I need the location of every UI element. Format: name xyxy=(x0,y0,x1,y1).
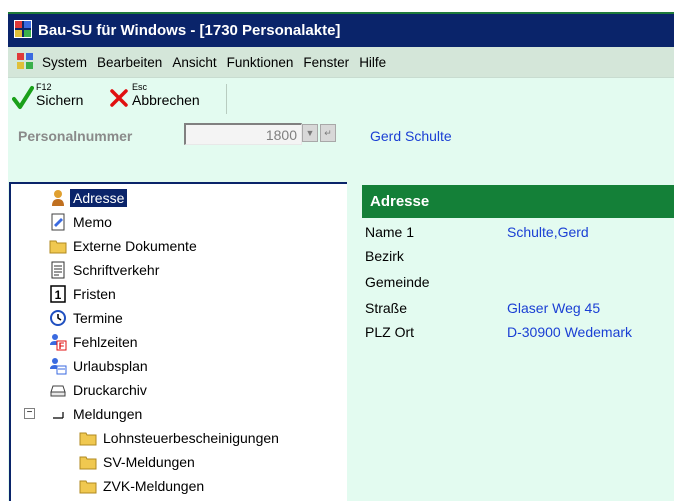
toolbar-separator xyxy=(226,84,227,114)
tree-label: Externe Dokumente xyxy=(73,238,197,254)
tree-item-druckarchiv[interactable]: Druckarchiv xyxy=(49,378,147,402)
x-icon xyxy=(108,82,130,115)
tree-item-meldungen[interactable]: Meldungen xyxy=(49,402,142,426)
personnel-row: Personalnummer 1800 ▼ ↵ Gerd Schulte xyxy=(8,118,674,154)
tree-item-urlaubsplan[interactable]: Urlaubsplan xyxy=(49,354,148,378)
personnel-number-label: Personalnummer xyxy=(18,128,133,144)
field-value: D-30900 Wedemark xyxy=(507,324,633,340)
collapse-toggle[interactable]: − xyxy=(24,408,35,419)
tree-label: Fristen xyxy=(73,286,116,302)
menu-fenster[interactable]: Fenster xyxy=(303,55,349,70)
tree-label: Urlaubsplan xyxy=(73,358,148,374)
tree-label: Memo xyxy=(73,214,112,230)
menu-funktionen[interactable]: Funktionen xyxy=(227,55,294,70)
tree-label: Adresse xyxy=(70,189,128,207)
tree-label: Lohnsteuerbescheinigungen xyxy=(103,430,279,446)
document-icon xyxy=(49,261,67,279)
tree-item-externe-dokumente[interactable]: Externe Dokumente xyxy=(49,234,197,258)
menu-bearbeiten[interactable]: Bearbeiten xyxy=(97,55,162,70)
memo-icon xyxy=(49,213,67,231)
employee-name: Gerd Schulte xyxy=(370,128,452,144)
tree-branch-icon xyxy=(49,405,67,423)
menu-bar: System Bearbeiten Ansicht Funktionen Fen… xyxy=(8,47,674,77)
tree-label: Druckarchiv xyxy=(73,382,147,398)
title-bar[interactable]: Bau-SU für Windows - [1730 Personalakte] xyxy=(8,14,674,47)
svg-text:1: 1 xyxy=(55,288,62,302)
person-icon xyxy=(49,189,67,207)
tree-item-zvk-meldungen[interactable]: ZVK-Meldungen xyxy=(79,474,204,498)
enter-button[interactable]: ↵ xyxy=(320,124,336,142)
tree-label: Schriftverkehr xyxy=(73,262,160,278)
navigation-tree: Adresse Memo Externe Dokumente Schriftve… xyxy=(9,182,347,501)
svg-text:F: F xyxy=(59,341,65,351)
menu-hilfe[interactable]: Hilfe xyxy=(359,55,386,70)
tree-item-fehlzeiten[interactable]: F Fehlzeiten xyxy=(49,330,138,354)
address-row-gemeinde: Gemeinde xyxy=(365,274,430,294)
printer-icon xyxy=(49,381,67,399)
cancel-button[interactable]: Esc Abbrechen xyxy=(108,82,200,116)
tree-item-sv-meldungen[interactable]: SV-Meldungen xyxy=(79,450,195,474)
address-panel-header: Adresse xyxy=(362,185,674,218)
folder-icon xyxy=(79,477,97,495)
toolbar: F12 Sichern Esc Abbrechen xyxy=(8,77,674,118)
tree-item-schriftverkehr[interactable]: Schriftverkehr xyxy=(49,258,159,282)
cancel-label: Abbrechen xyxy=(132,92,200,108)
menu-ansicht[interactable]: Ansicht xyxy=(172,55,216,70)
tree-item-fristen[interactable]: 1 Fristen xyxy=(49,282,116,306)
clock-icon xyxy=(49,309,67,327)
tree-item-termine[interactable]: Termine xyxy=(49,306,123,330)
folder-icon xyxy=(79,453,97,471)
dropdown-arrow-button[interactable]: ▼ xyxy=(302,124,318,142)
return-arrow-icon: ↵ xyxy=(324,127,332,138)
address-panel: Adresse Name 1 Schulte,Gerd Bezirk Gemei… xyxy=(362,185,674,501)
field-label: Straße xyxy=(365,300,408,316)
menu-system[interactable]: System xyxy=(42,55,87,70)
address-row-strasse: Straße Glaser Weg 45 xyxy=(365,300,600,320)
save-label: Sichern xyxy=(36,92,84,108)
tree-item-lohnsteuerbescheinigungen[interactable]: Lohnsteuerbescheinigungen xyxy=(79,426,279,450)
application-window: Bau-SU für Windows - [1730 Personalakte]… xyxy=(0,0,674,501)
tree-item-adresse[interactable]: Adresse xyxy=(49,186,128,210)
tree-label: ZVK-Meldungen xyxy=(103,478,205,494)
tree-label: SV-Meldungen xyxy=(103,454,195,470)
chevron-down-icon: ▼ xyxy=(305,128,315,138)
tree-label: Fehlzeiten xyxy=(73,334,138,350)
address-row-name: Name 1 Schulte,Gerd xyxy=(365,224,589,244)
address-row-bezirk: Bezirk xyxy=(365,248,404,268)
field-value: Schulte,Gerd xyxy=(507,224,589,240)
tree-item-memo[interactable]: Memo xyxy=(49,210,112,234)
calendar-1-icon: 1 xyxy=(49,285,67,303)
puzzle-menu-icon[interactable] xyxy=(16,52,34,73)
field-label: Bezirk xyxy=(365,248,404,264)
folder-icon xyxy=(49,237,67,255)
field-label: Name 1 xyxy=(365,224,415,240)
field-label: Gemeinde xyxy=(365,274,430,290)
save-button[interactable]: F12 Sichern xyxy=(12,82,83,116)
window-title: Bau-SU für Windows - [1730 Personalakte] xyxy=(38,22,341,39)
puzzle-app-icon xyxy=(14,19,32,42)
people-icon xyxy=(49,357,67,375)
tree-label: Meldungen xyxy=(73,406,143,422)
field-value: Glaser Weg 45 xyxy=(507,300,601,316)
top-border xyxy=(0,0,674,14)
address-row-plz-ort: PLZ Ort D-30900 Wedemark xyxy=(365,324,632,344)
tree-label: Termine xyxy=(73,310,123,326)
folder-icon xyxy=(79,429,97,447)
field-label: PLZ Ort xyxy=(365,324,415,340)
checkmark-icon xyxy=(12,82,34,115)
personnel-number-field[interactable]: 1800 xyxy=(184,123,302,145)
people-f-icon: F xyxy=(49,333,67,351)
